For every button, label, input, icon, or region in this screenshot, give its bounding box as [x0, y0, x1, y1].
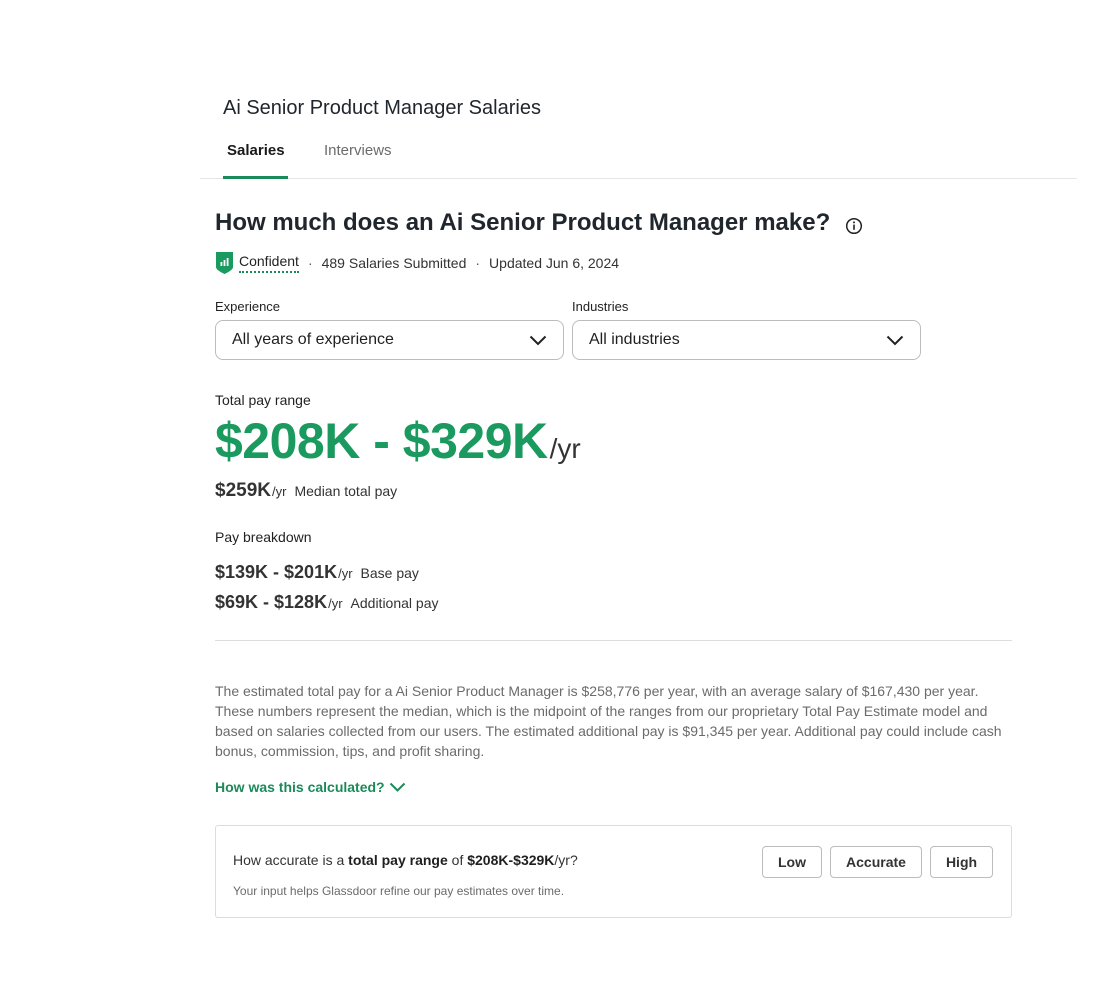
high-button[interactable]: High	[930, 846, 993, 878]
median-pay-value: $259K	[215, 480, 271, 501]
separator: ·	[307, 255, 313, 271]
experience-select-value: All years of experience	[232, 331, 394, 348]
section-divider	[215, 640, 1012, 641]
chevron-down-icon	[529, 335, 547, 345]
tab-bar: Salaries Interviews	[200, 130, 1077, 179]
tab-salaries[interactable]: Salaries	[227, 142, 285, 159]
additional-pay-label: Additional pay	[350, 595, 439, 611]
base-pay-unit: /yr	[338, 566, 353, 581]
experience-label: Experience	[215, 299, 281, 314]
confidence-shield-icon	[216, 252, 233, 274]
industries-select[interactable]: All industries	[572, 320, 921, 360]
base-pay-row: $139K - $201K /yr Base pay	[215, 562, 419, 583]
chevron-down-icon	[886, 335, 904, 345]
accuracy-question: How accurate is a total pay range of $20…	[233, 852, 578, 868]
low-button[interactable]: Low	[762, 846, 822, 878]
base-pay-range: $139K - $201K	[215, 562, 338, 582]
industries-label: Industries	[572, 299, 629, 314]
base-pay-label: Base pay	[360, 565, 419, 581]
updated-date: Updated Jun 6, 2024	[489, 255, 620, 271]
how-calculated-label: How was this calculated?	[215, 779, 385, 795]
page-title: Ai Senior Product Manager Salaries	[223, 97, 541, 119]
additional-pay-range: $69K - $128K	[215, 592, 328, 612]
median-pay-label: Median total pay	[294, 483, 398, 499]
total-pay-unit: /yr	[549, 433, 581, 464]
separator: ·	[475, 255, 481, 271]
pay-description: The estimated total pay for a Ai Senior …	[215, 683, 1002, 759]
median-pay-unit: /yr	[272, 484, 287, 499]
chevron-down-icon	[389, 782, 405, 792]
salaries-submitted: 489 Salaries Submitted	[321, 255, 467, 271]
total-pay-range: $208K - $329K /yr	[215, 412, 581, 470]
total-pay-label: Total pay range	[215, 392, 311, 408]
median-pay: $259K /yr Median total pay	[215, 480, 397, 502]
salary-question-heading: How much does an Ai Senior Product Manag…	[215, 209, 831, 236]
total-pay-range-value: $208K - $329K	[215, 413, 548, 469]
active-tab-indicator	[223, 176, 288, 179]
accuracy-note: Your input helps Glassdoor refine our pa…	[233, 884, 565, 898]
additional-pay-row: $69K - $128K /yr Additional pay	[215, 592, 438, 613]
experience-select[interactable]: All years of experience	[215, 320, 564, 360]
accuracy-feedback-card: How accurate is a total pay range of $20…	[215, 825, 1012, 918]
how-calculated-toggle[interactable]: How was this calculated?	[215, 779, 406, 795]
industries-select-value: All industries	[589, 331, 680, 348]
additional-pay-unit: /yr	[328, 596, 343, 611]
pay-breakdown-label: Pay breakdown	[215, 529, 312, 545]
info-icon[interactable]	[845, 217, 863, 235]
salary-meta: Confident · 489 Salaries Submitted · Upd…	[215, 250, 619, 276]
tab-interviews[interactable]: Interviews	[324, 142, 392, 159]
accurate-button[interactable]: Accurate	[830, 846, 922, 878]
confidence-label[interactable]: Confident	[239, 253, 299, 273]
